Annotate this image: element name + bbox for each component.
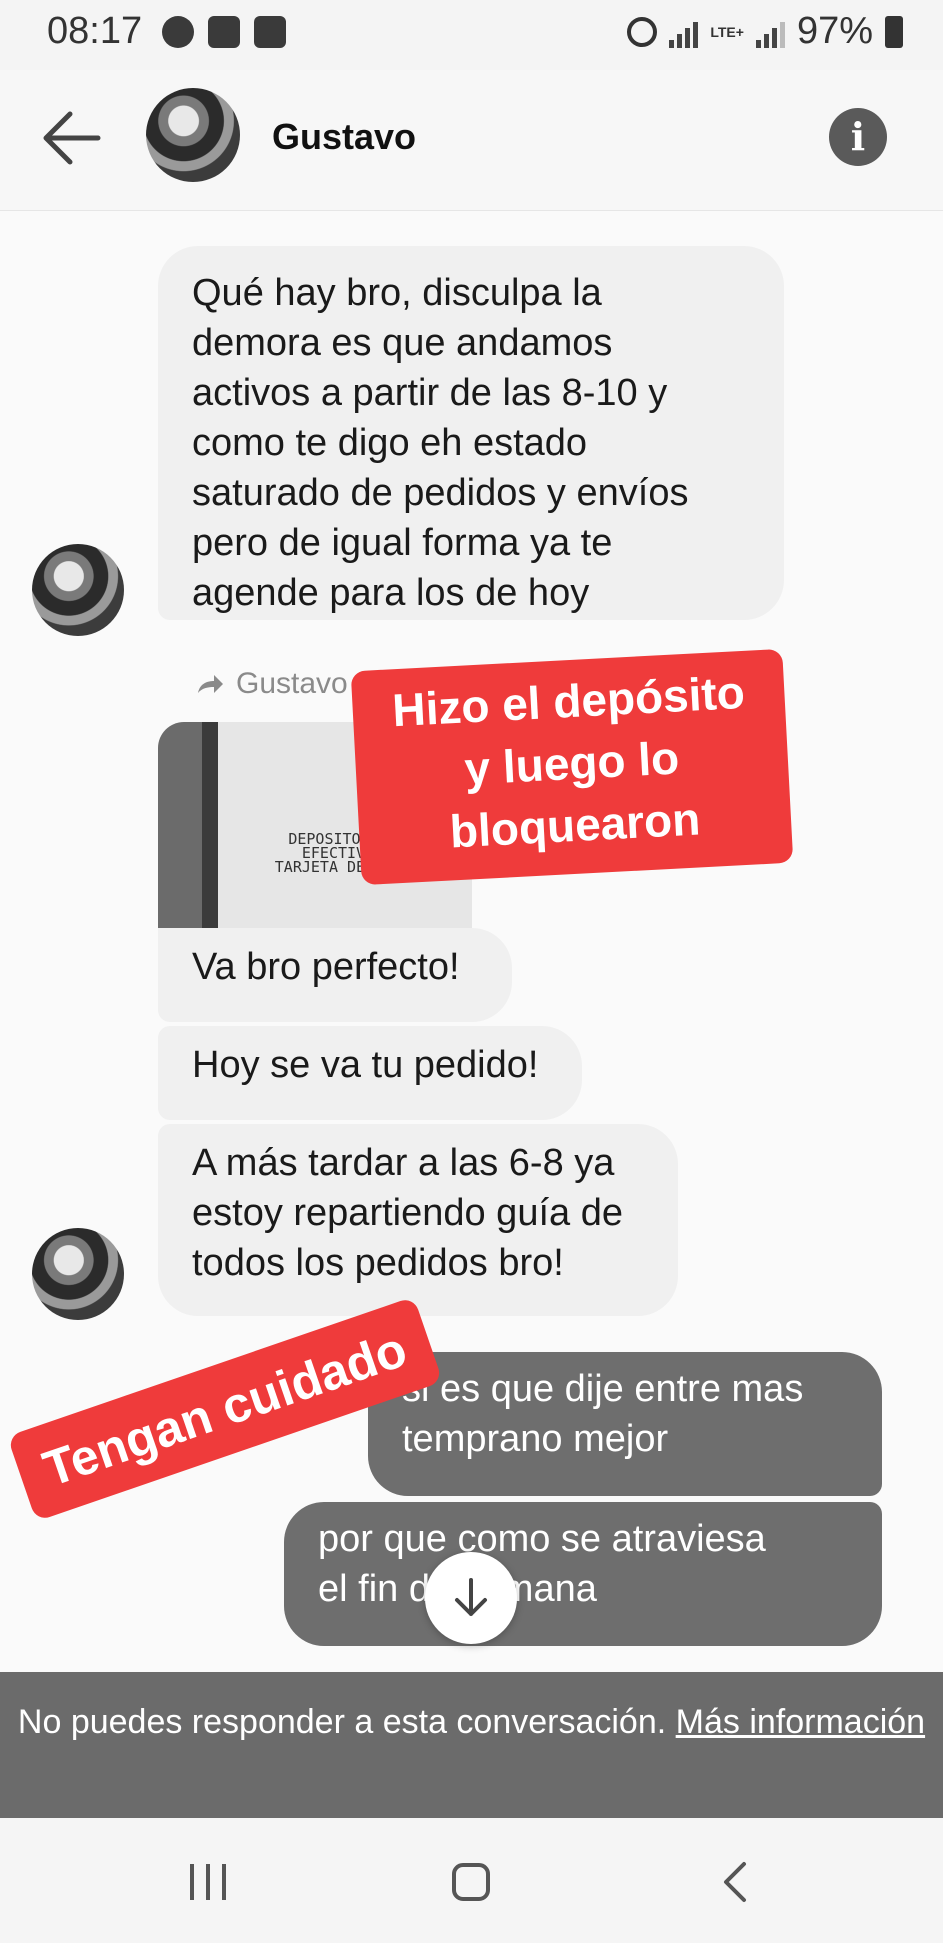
alarm-icon [627, 16, 658, 47]
screen-cast-icon [254, 16, 286, 48]
message-bubble-incoming[interactable]: Qué hay bro, disculpa la demora es que a… [158, 246, 784, 620]
back-arrow-icon [43, 111, 101, 165]
message-bubble-incoming[interactable]: Hoy se va tu pedido! [158, 1026, 582, 1120]
message-bubble-outgoing[interactable]: por que como se atraviesa el fin de sema… [284, 1502, 882, 1646]
back-button[interactable] [40, 108, 102, 168]
home-button[interactable] [452, 1863, 490, 1901]
contact-name[interactable]: Gustavo [272, 116, 416, 158]
message-bubble-outgoing[interactable]: si es que dije entre mas temprano mejor [368, 1352, 882, 1496]
conversation-header: Gustavo i [0, 70, 943, 211]
system-back-button[interactable] [720, 1860, 750, 1909]
messenger-icon [162, 16, 194, 48]
system-navigation-bar [0, 1818, 943, 1943]
contact-avatar[interactable] [146, 88, 240, 182]
info-button[interactable]: i [829, 108, 887, 166]
notice-text: No puedes responder a esta conversación. [17, 1703, 667, 1741]
warning-sticker: Hizo el depósito y luego lo bloquearon [350, 648, 794, 886]
battery-percent: 97% [796, 10, 873, 52]
scroll-to-bottom-button[interactable] [425, 1552, 517, 1644]
more-info-link[interactable]: Más información [676, 1703, 925, 1741]
chevron-left-icon [724, 1862, 746, 1902]
signal-icon [669, 16, 699, 48]
arrow-down-icon [455, 1578, 487, 1616]
message-bubble-incoming[interactable]: Va bro perfecto! [158, 928, 512, 1022]
notification-icons [162, 16, 286, 48]
sender-avatar[interactable] [32, 1228, 124, 1320]
sender-avatar[interactable] [32, 544, 124, 636]
status-bar: 08:17 LTE+ 97% [0, 0, 943, 70]
cannot-reply-notice: No puedes responder a esta conversación.… [0, 1672, 943, 1818]
signal-icon-2 [755, 16, 785, 48]
recent-apps-button[interactable] [190, 1864, 226, 1900]
gallery-icon [208, 16, 240, 48]
battery-icon [885, 15, 903, 48]
status-right: LTE+ 97% [627, 10, 903, 53]
lte-label: LTE+ [710, 23, 744, 40]
status-time: 08:17 [47, 10, 143, 52]
forward-icon [198, 675, 223, 693]
message-bubble-incoming[interactable]: A más tardar a las 6-8 ya estoy repartie… [158, 1124, 678, 1316]
